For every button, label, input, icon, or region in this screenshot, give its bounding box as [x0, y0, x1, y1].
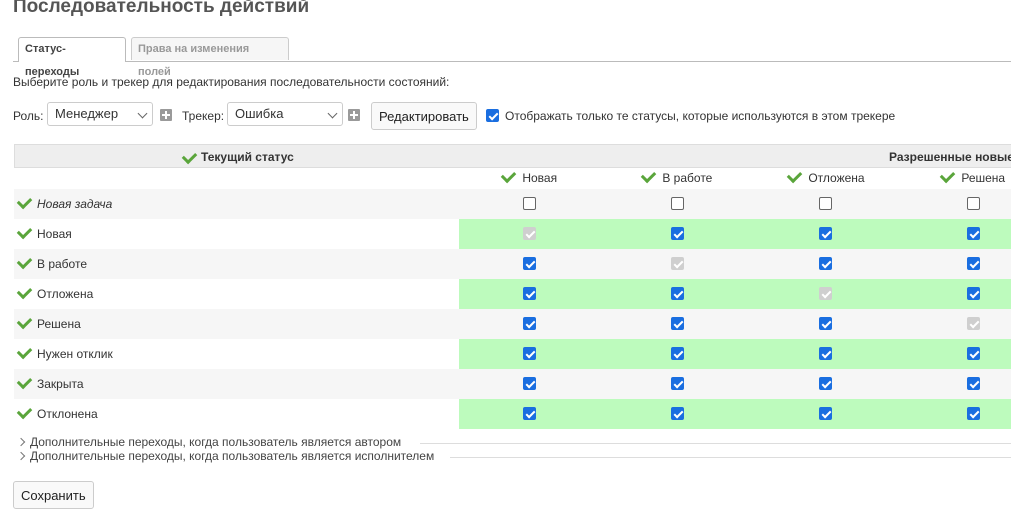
only-used-label: Отображать только те статусы, которые ис… — [505, 109, 896, 123]
tab-field-permissions[interactable]: Права на изменения полей — [131, 37, 289, 78]
transition-checkbox — [967, 317, 980, 330]
check-icon — [786, 167, 803, 184]
check-icon — [16, 343, 33, 360]
tracker-value: Ошибка — [235, 106, 284, 121]
transition-checkbox — [523, 227, 536, 240]
tracker-label: Трекер: — [182, 109, 225, 123]
extra-assignee-toggle[interactable]: Дополнительные переходы, когда пользоват… — [16, 449, 434, 463]
table-row: Решена — [14, 309, 1011, 339]
transition-checkbox[interactable] — [819, 257, 832, 270]
transition-checkbox[interactable] — [819, 347, 832, 360]
check-icon — [16, 223, 33, 240]
add-tracker-icon[interactable] — [348, 109, 360, 121]
transition-checkbox[interactable] — [671, 227, 684, 240]
tab-status-transitions[interactable]: Статус-переходы — [18, 37, 126, 78]
divider — [420, 443, 1011, 444]
chevron-right-icon — [16, 451, 26, 461]
transition-checkbox[interactable] — [967, 377, 980, 390]
current-status-header: Текущий статус — [201, 150, 294, 164]
divider — [450, 457, 1011, 458]
transition-checkbox[interactable] — [523, 317, 536, 330]
tracker-select[interactable]: Ошибка — [227, 102, 343, 126]
transition-checkbox[interactable] — [523, 287, 536, 300]
page-title: Последовательность действий — [13, 0, 310, 17]
transition-checkbox[interactable] — [967, 407, 980, 420]
check-icon — [16, 313, 33, 330]
chevron-right-icon — [16, 437, 26, 447]
row-label[interactable]: Решена — [16, 313, 81, 331]
extra-author-toggle[interactable]: Дополнительные переходы, когда пользоват… — [16, 435, 401, 449]
check-icon — [16, 253, 33, 270]
transition-checkbox[interactable] — [523, 407, 536, 420]
row-label[interactable]: Отклонена — [16, 403, 98, 421]
check-icon — [16, 283, 33, 300]
table-row: Новая задача — [14, 189, 1011, 219]
check-icon — [640, 167, 657, 184]
chevron-down-icon — [137, 108, 148, 119]
check-icon — [16, 193, 33, 210]
table-row: Отклонена — [14, 399, 1011, 429]
workflow-grid: Текущий статус Разрешенные новые статусы… — [14, 144, 1011, 429]
row-label[interactable]: Закрыта — [16, 373, 84, 391]
edit-button[interactable]: Редактировать — [371, 102, 477, 130]
check-icon — [181, 148, 198, 165]
transition-checkbox[interactable] — [819, 407, 832, 420]
column-header-in-progress[interactable]: В работе — [640, 167, 712, 189]
check-icon — [939, 167, 956, 184]
check-icon — [16, 403, 33, 420]
transition-checkbox — [671, 257, 684, 270]
transition-checkbox[interactable] — [523, 377, 536, 390]
filters: Роль: Менеджер Трекер: Ошибка Редактиров… — [13, 102, 1011, 130]
row-label[interactable]: Отложена — [16, 283, 93, 301]
transition-checkbox[interactable] — [671, 377, 684, 390]
table-row: Нужен отклик — [14, 339, 1011, 369]
transition-checkbox[interactable] — [819, 227, 832, 240]
role-select[interactable]: Менеджер — [47, 102, 153, 126]
only-used-checkbox[interactable] — [486, 109, 499, 122]
role-label: Роль: — [13, 109, 44, 123]
transition-checkbox[interactable] — [819, 317, 832, 330]
grid-header: Текущий статус Разрешенные новые статусы — [14, 144, 1011, 168]
save-button[interactable]: Сохранить — [13, 481, 94, 509]
table-row: В работе — [14, 249, 1011, 279]
row-label[interactable]: В работе — [16, 253, 87, 271]
transition-checkbox[interactable] — [819, 377, 832, 390]
transition-checkbox[interactable] — [671, 287, 684, 300]
table-row: Новая — [14, 219, 1011, 249]
table-row: Закрыта — [14, 369, 1011, 399]
column-header-postponed[interactable]: Отложена — [786, 167, 865, 189]
transition-checkbox[interactable] — [523, 197, 536, 210]
chevron-down-icon — [327, 108, 338, 119]
column-header-new[interactable]: Новая — [500, 167, 557, 189]
check-icon — [16, 373, 33, 390]
transition-checkbox[interactable] — [523, 347, 536, 360]
transition-checkbox[interactable] — [967, 227, 980, 240]
transition-checkbox — [819, 287, 832, 300]
add-role-icon[interactable] — [160, 109, 172, 121]
row-label[interactable]: Новая — [16, 223, 72, 241]
transition-checkbox[interactable] — [967, 197, 980, 210]
transition-checkbox[interactable] — [671, 407, 684, 420]
transition-checkbox[interactable] — [967, 347, 980, 360]
transition-checkbox[interactable] — [967, 257, 980, 270]
transition-checkbox[interactable] — [671, 317, 684, 330]
column-header-resolved[interactable]: Решена — [939, 167, 1005, 189]
role-value: Менеджер — [55, 106, 119, 121]
transition-checkbox[interactable] — [819, 197, 832, 210]
tabs: Статус-переходы Права на изменения полей — [13, 37, 1011, 78]
allowed-statuses-header: Разрешенные новые статусы — [889, 150, 1011, 164]
table-row: Отложена — [14, 279, 1011, 309]
row-label[interactable]: Новая задача — [16, 193, 112, 211]
row-label[interactable]: Нужен отклик — [16, 343, 113, 361]
transition-checkbox[interactable] — [671, 347, 684, 360]
transition-checkbox[interactable] — [671, 197, 684, 210]
transition-checkbox[interactable] — [967, 287, 980, 300]
transition-checkbox[interactable] — [523, 257, 536, 270]
intro-text: Выберите роль и трекер для редактировани… — [13, 75, 450, 89]
check-icon — [500, 167, 517, 184]
